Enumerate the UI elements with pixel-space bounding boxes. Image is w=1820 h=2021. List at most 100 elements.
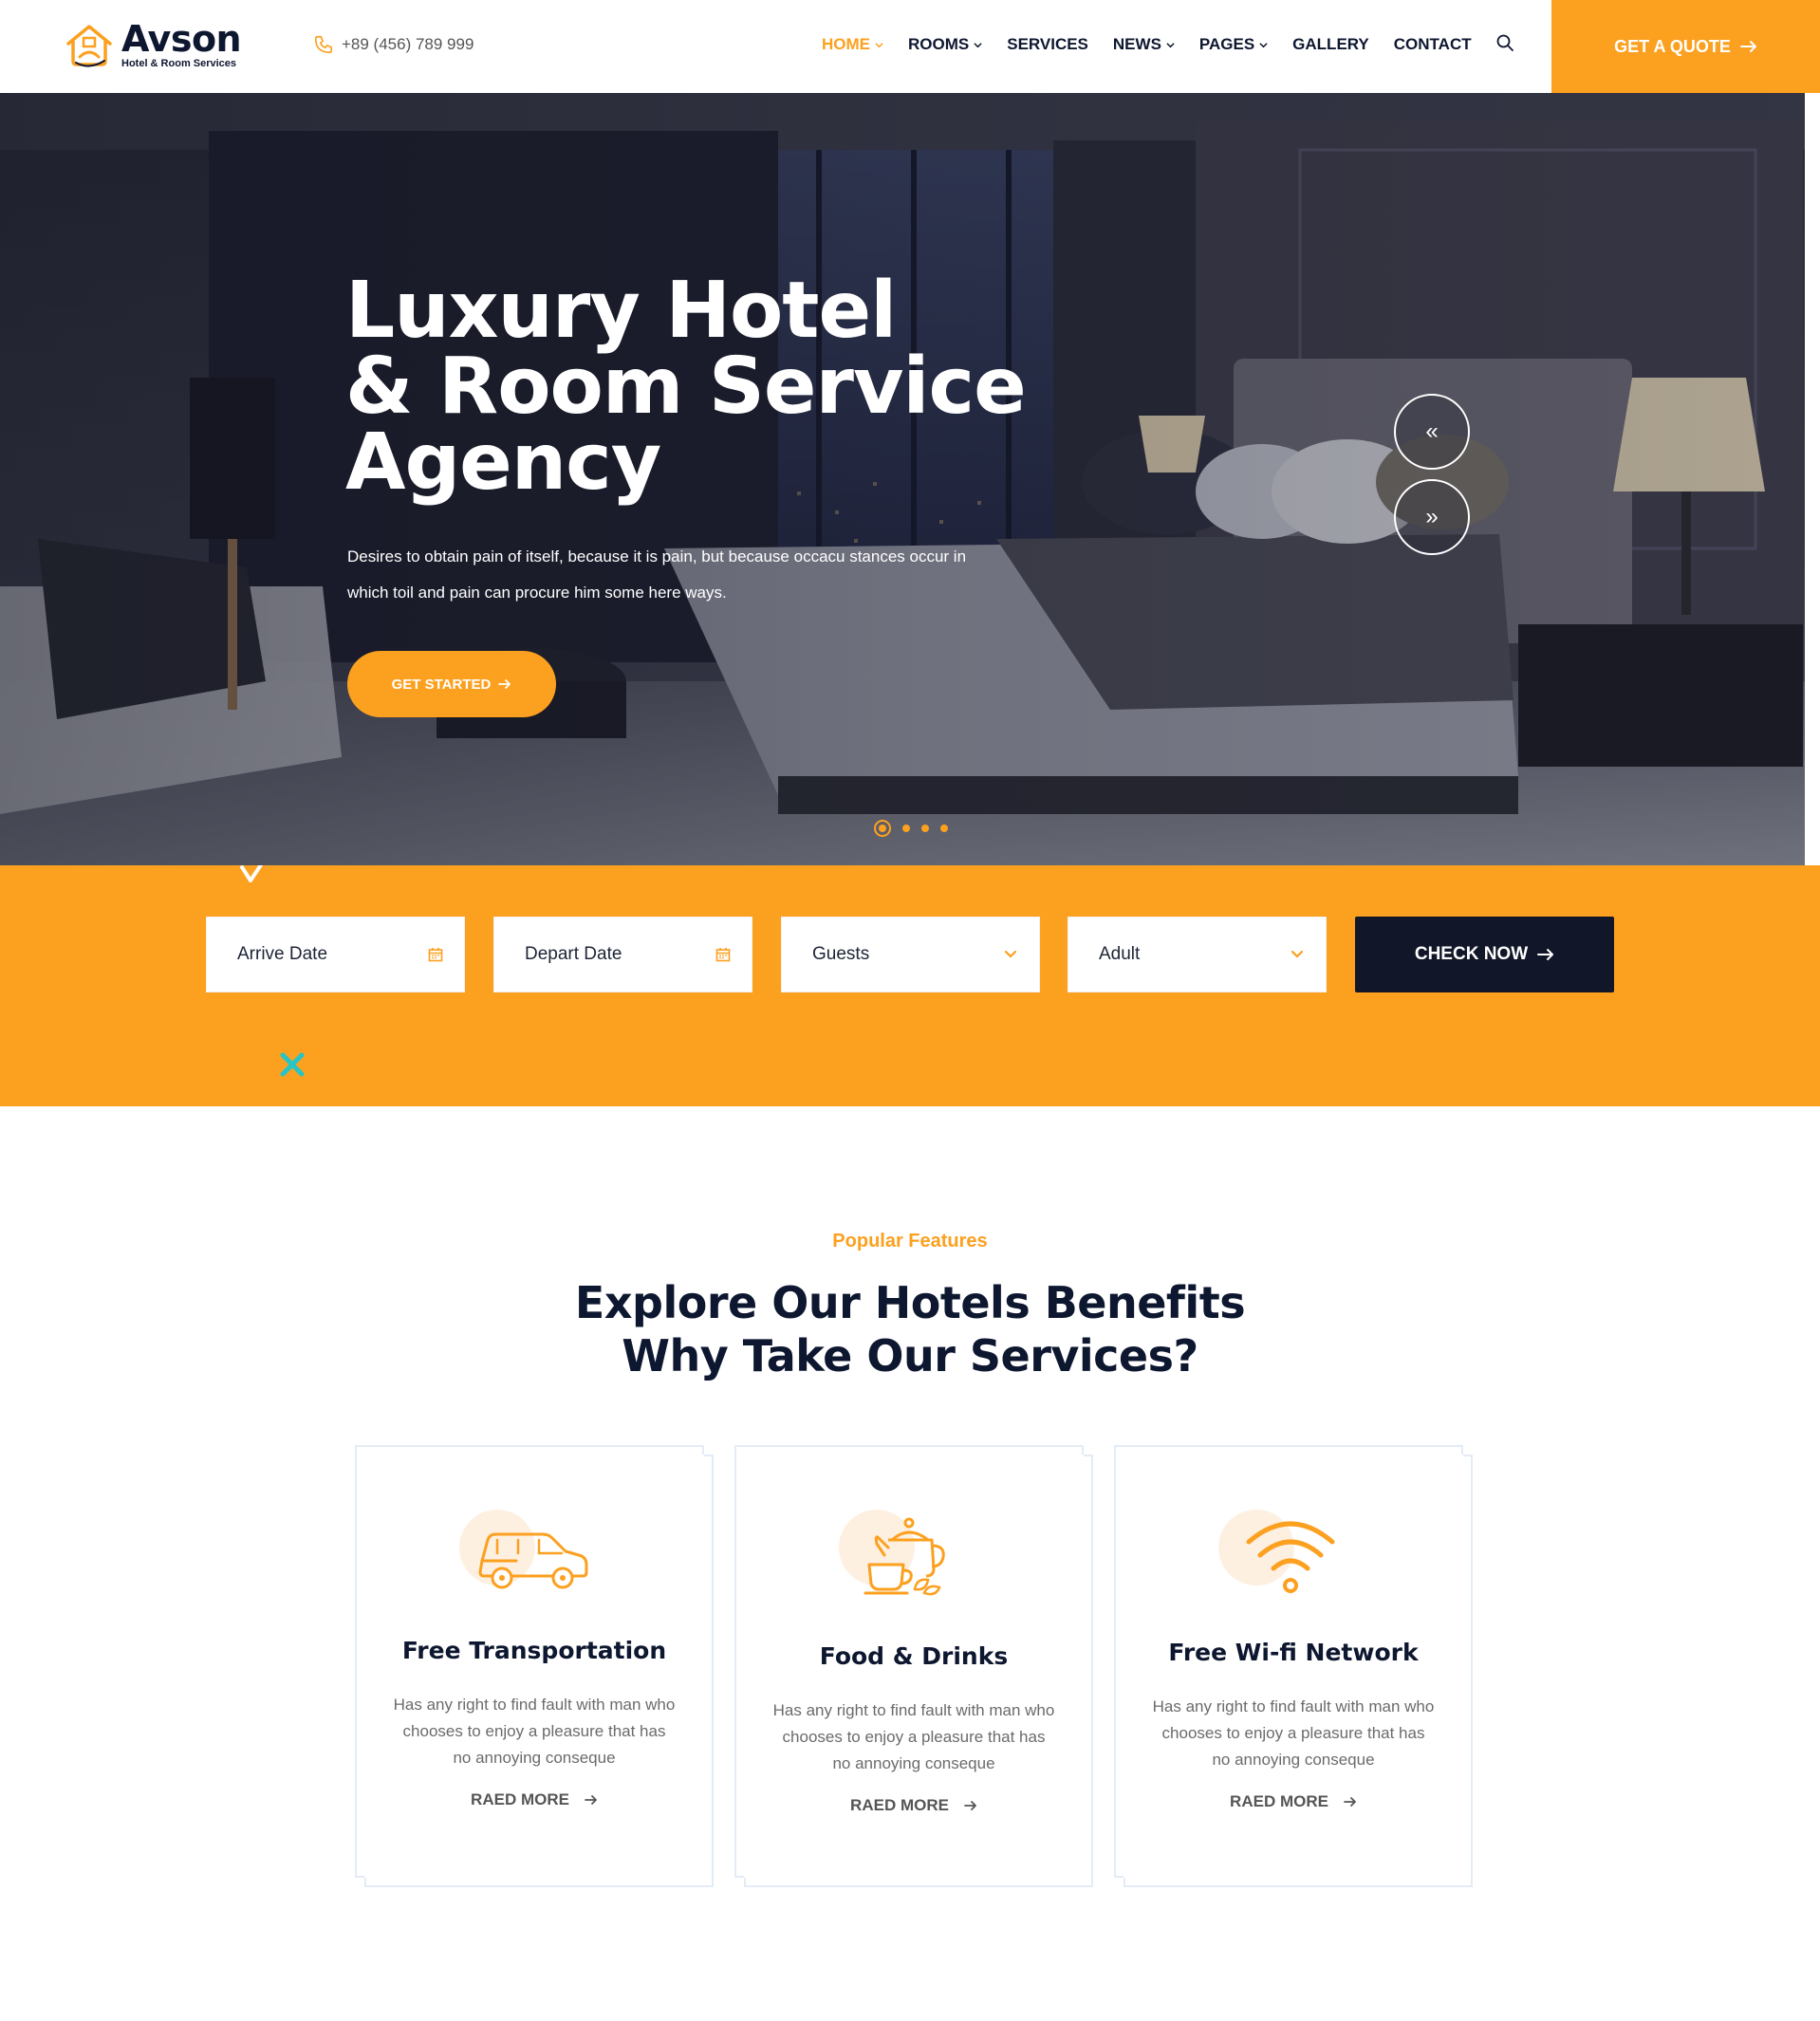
chevron-down-icon [875,42,883,47]
arrow-right-icon [585,1795,597,1805]
get-started-label: GET STARTED [391,676,492,693]
guests-label: Guests [812,944,870,964]
nav-home-label: HOME [822,35,870,53]
adult-label: Adult [1099,944,1141,964]
phone-contact[interactable]: +89 (456) 789 999 [313,34,474,55]
card-text: Has any right to find fault with man who… [772,1701,1055,1772]
check-now-button[interactable]: CHECK NOW [1355,917,1614,992]
phone-number: +89 (456) 789 999 [342,35,474,53]
slider-dot-4[interactable] [940,825,948,832]
house-logo-icon [66,25,112,67]
slider-dot-2[interactable] [902,825,910,832]
card-title: Food & Drinks [819,1642,1009,1670]
hero-description: Desires to obtain pain of itself, becaus… [347,539,993,611]
card-title: Free Wi-fi Network [1168,1639,1419,1666]
logo-name: Avson [121,18,242,60]
depart-date-label: Depart Date [525,944,622,964]
nav-services[interactable]: SERVICES [1007,35,1088,54]
slider-dot-3[interactable] [921,825,929,832]
adult-select[interactable]: Adult [1068,917,1327,992]
nav-home[interactable]: HOME [822,35,883,54]
card-body: Free Wi-fi Network Has any right to find… [1124,1455,1463,1878]
section-subtitle: Popular Features [832,1231,988,1252]
card-title: Free Transportation [401,1637,667,1664]
section-title: Explore Our Hotels Benefits Why Take Our… [0,1276,1820,1382]
read-more-link[interactable]: RAED MORE [364,1790,704,1809]
get-a-quote-label: GET A QUOTE [1614,36,1731,56]
slider-next-button[interactable]: » [1394,479,1470,555]
calendar-icon [715,948,731,962]
chevron-down-icon [1004,950,1017,958]
teapot-icon [864,1517,945,1596]
depart-date-field[interactable]: Depart Date [493,917,752,992]
section-title-line: Explore Our Hotels Benefits [574,1277,1246,1328]
card-body: Food & Drinks Has any right to find faul… [744,1455,1084,1878]
car-icon [478,1532,588,1589]
calendar-icon [428,948,443,962]
nav-gallery[interactable]: GALLERY [1292,35,1369,54]
chevron-down-icon [1166,42,1175,47]
get-started-button[interactable]: GET STARTED [347,651,556,717]
slider-prev-button[interactable]: « [1394,394,1470,470]
hero-title: Luxury Hotel & Room Service Agency [345,266,1027,508]
logo-tagline: Hotel & Room Services [121,58,237,69]
guests-select[interactable]: Guests [781,917,1040,992]
feature-card: Food & Drinks Has any right to find faul… [734,1445,1093,1887]
arrive-date-field[interactable]: Arrive Date [206,917,465,992]
hero-description-line: Desires to obtain pain of itself, becaus… [347,547,967,566]
site-header: Avson Hotel & Room Services +89 (456) 78… [0,0,1820,93]
search-icon[interactable] [1495,33,1514,52]
booking-bar: Arrive Date Depart Date Guests Adult CHE… [0,865,1820,1106]
phone-icon [314,35,333,54]
nav-rooms[interactable]: ROOMS [908,35,982,54]
chevron-down-icon [974,42,982,47]
check-now-label: CHECK NOW [1414,944,1529,964]
logo[interactable]: Avson Hotel & Room Services [63,18,242,72]
read-more-link[interactable]: RAED MORE [1124,1792,1463,1811]
read-more-label: RAED MORE [1230,1792,1328,1810]
card-body: Free Transportation Has any right to fin… [364,1455,704,1878]
chevron-down-icon [1291,950,1304,958]
read-more-link[interactable]: RAED MORE [744,1796,1084,1815]
hero-description-line: which toil and pain can procure him some… [347,584,727,602]
arrow-right-icon [1537,949,1554,960]
arrow-right-icon [1739,41,1756,52]
nav-pages-label: PAGES [1198,35,1255,53]
card-text: Has any right to find fault with man who… [393,1696,676,1767]
nav-news[interactable]: NEWS [1113,35,1175,54]
arrow-right-icon [498,679,511,689]
feature-card: Free Transportation Has any right to fin… [355,1445,714,1887]
double-chevron-left-icon: « [1425,418,1439,444]
nav-services-label: SERVICES [1007,35,1088,53]
nav-gallery-label: GALLERY [1292,35,1369,53]
slider-dot-1[interactable] [874,820,891,837]
nav-rooms-label: ROOMS [908,35,970,53]
read-more-label: RAED MORE [850,1796,949,1814]
arrow-right-icon [1344,1797,1356,1807]
get-a-quote-button[interactable]: GET A QUOTE [1551,0,1820,93]
hero-title-line: Agency [345,417,661,508]
section-title-line: Why Take Our Services? [622,1330,1198,1381]
arrow-right-icon [964,1801,976,1810]
card-icon-wrap [1218,1502,1351,1606]
card-icon-wrap [839,1502,972,1606]
nav-pages[interactable]: PAGES [1199,35,1268,54]
nav-contact[interactable]: CONTACT [1394,35,1472,54]
arrive-date-label: Arrive Date [237,944,328,964]
nav-contact-label: CONTACT [1393,35,1472,53]
hero-title-line: & Room Service [345,342,1027,432]
hero-slider: Luxury Hotel & Room Service Agency Desir… [0,93,1805,865]
cross-decoration-icon [280,1052,305,1077]
feature-card: Free Wi-fi Network Has any right to find… [1114,1445,1473,1887]
hero-title-line: Luxury Hotel [345,266,897,356]
read-more-label: RAED MORE [471,1790,569,1808]
double-chevron-right-icon: » [1425,504,1439,529]
checkmark-decoration-icon [240,865,264,882]
card-text: Has any right to find fault with man who… [1152,1697,1435,1769]
card-icon-wrap [459,1502,592,1606]
slider-pagination [874,820,959,837]
wifi-icon [1246,1521,1335,1593]
main-nav: HOME ROOMS SERVICES NEWS PAGES GALLERY C… [822,0,1496,89]
chevron-down-icon [1259,42,1268,47]
nav-news-label: NEWS [1112,35,1161,53]
